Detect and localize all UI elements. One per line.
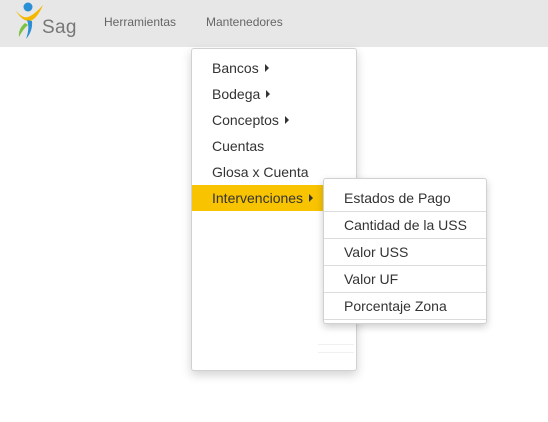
submenu-item-label: Estados de Pago bbox=[344, 190, 451, 206]
menu-item-label: Conceptos bbox=[212, 112, 279, 128]
menu-item-bancos[interactable]: Bancos bbox=[192, 55, 356, 81]
menu-item-bodega[interactable]: Bodega bbox=[192, 81, 356, 107]
menu-item-cuentas[interactable]: Cuentas bbox=[192, 133, 356, 159]
caret-right-icon bbox=[284, 116, 289, 124]
caret-right-icon bbox=[264, 64, 269, 72]
submenu-item-porcentaje-zona[interactable]: Porcentaje Zona bbox=[324, 293, 486, 320]
menu-item-label: Glosa x Cuenta bbox=[212, 164, 309, 180]
submenu-item-label: Cantidad de la USS bbox=[344, 217, 467, 233]
top-navbar: Sag Herramientas Mantenedores bbox=[0, 0, 548, 47]
submenu-item-label: Porcentaje Zona bbox=[344, 298, 447, 314]
menu-item-label: Intervenciones bbox=[212, 190, 304, 206]
intervenciones-submenu: Estados de Pago Cantidad de la USS Valor… bbox=[323, 178, 487, 324]
brand[interactable]: Sag bbox=[13, 1, 83, 45]
nav-herramientas[interactable]: Herramientas bbox=[104, 15, 176, 29]
submenu-item-estados-de-pago[interactable]: Estados de Pago bbox=[324, 185, 486, 212]
caret-right-icon bbox=[266, 90, 271, 98]
submenu-item-label: Valor UF bbox=[344, 271, 399, 287]
submenu-item-valor-uss[interactable]: Valor USS bbox=[324, 239, 486, 266]
submenu-item-label: Valor USS bbox=[344, 244, 409, 260]
submenu-item-cantidad-uss[interactable]: Cantidad de la USS bbox=[324, 212, 486, 239]
nav-mantenedores[interactable]: Mantenedores bbox=[206, 15, 283, 29]
divider-lines bbox=[318, 344, 354, 364]
brand-name: Sag bbox=[42, 17, 77, 38]
submenu-item-valor-uf[interactable]: Valor UF bbox=[324, 266, 486, 293]
caret-right-icon bbox=[309, 194, 314, 202]
menu-item-conceptos[interactable]: Conceptos bbox=[192, 107, 356, 133]
menu-item-label: Bodega bbox=[212, 86, 261, 102]
menu-item-label: Bancos bbox=[212, 60, 259, 76]
menu-item-label: Cuentas bbox=[212, 138, 265, 154]
